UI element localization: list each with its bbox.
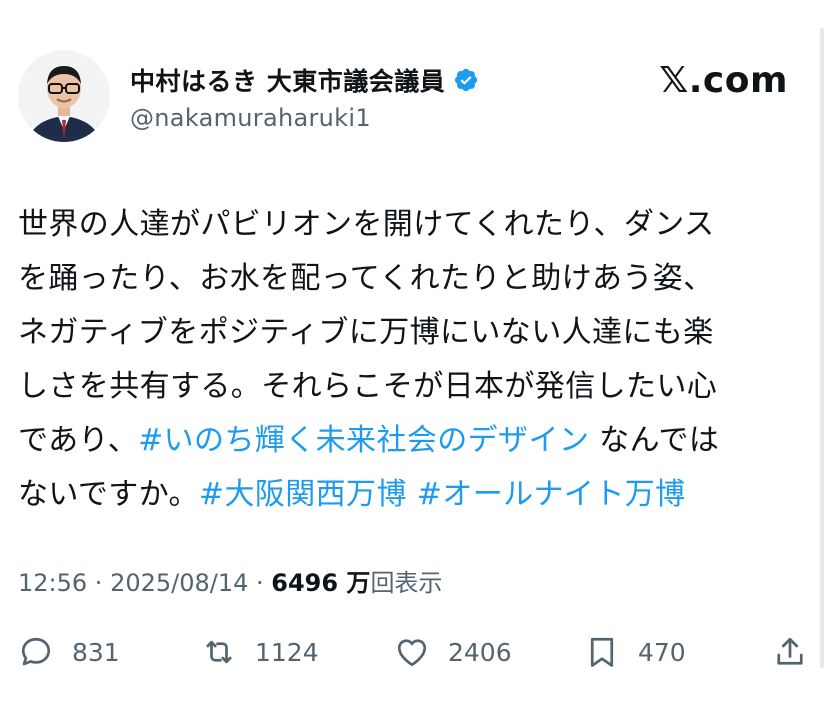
reply-count: 831 [72,637,120,667]
meta-separator: · [87,569,111,597]
tweet-meta: 12:56 · 2025/08/14 · 6496 万回表示 [18,563,442,598]
scrollbar[interactable] [820,28,824,668]
tweet-time[interactable]: 12:56 [18,569,87,597]
tweet-line: ないですか。#大阪関西万博 #オールナイト万博 [18,468,808,522]
tweet-line: しさを共有する。それらこそが日本が発信したい心 [18,369,718,404]
like-button[interactable]: 2406 [394,630,512,674]
tweet-text: 世界の人達がパビリオンを開けてくれたり、ダンス を踊ったり、お水を配ってくれたり… [18,198,808,522]
tweet-line: を踊ったり、お水を配ってくれたりと助けあう姿、 [18,261,714,296]
tweet-date[interactable]: 2025/08/14 [110,569,248,597]
author-names: 中村はるき 大東市議会議員 @nakamuraharuki1 [130,62,479,132]
hashtag-link[interactable]: #大阪関西万博 [199,477,407,512]
tweet-line: ネガティブをポジティブに万博にいない人達にも楽 [18,315,714,350]
avatar-portrait-icon [18,50,110,142]
reply-button[interactable]: 831 [18,630,120,674]
tweet-text-segment: なんでは [589,423,720,458]
display-name[interactable]: 中村はるき 大東市議会議員 [130,62,445,98]
display-name-row[interactable]: 中村はるき 大東市議会議員 [130,62,479,98]
hashtag-link[interactable]: #いのち輝く未来社会のデザイン [138,423,589,458]
tweet-line: であり、#いのち輝く未来社会のデザイン なんでは [18,414,808,468]
repost-count: 1124 [255,637,319,667]
avatar[interactable] [18,50,110,142]
meta-separator: · [248,569,272,597]
view-count-label: 回表示 [370,569,443,597]
share-button[interactable] [772,630,808,674]
repost-button[interactable]: 1124 [201,630,319,674]
like-count: 2406 [448,637,512,667]
tweet-line: 世界の人達がパビリオンを開けてくれたり、ダンス [18,207,715,242]
verified-badge-icon [455,68,478,92]
hashtag-link[interactable]: #オールナイト万博 [417,477,686,512]
heart-icon [397,639,427,667]
x-logo[interactable]: 𝕏.com [659,60,788,101]
repost-icon [206,640,232,664]
bookmark-icon [590,637,614,667]
share-icon [777,637,803,665]
reply-icon [21,637,51,666]
tweet-text-segment: ないですか。 [18,477,199,512]
bookmark-count: 470 [638,637,686,667]
author-handle[interactable]: @nakamuraharuki1 [130,104,479,132]
view-count: 6496 万 [271,569,371,597]
tweet-header: 中村はるき 大東市議会議員 @nakamuraharuki1 𝕏.com [18,50,798,150]
tweet-text-segment: であり、 [18,423,139,458]
action-bar: 831 1124 2406 470 [18,630,808,674]
bookmark-button[interactable]: 470 [584,630,686,674]
